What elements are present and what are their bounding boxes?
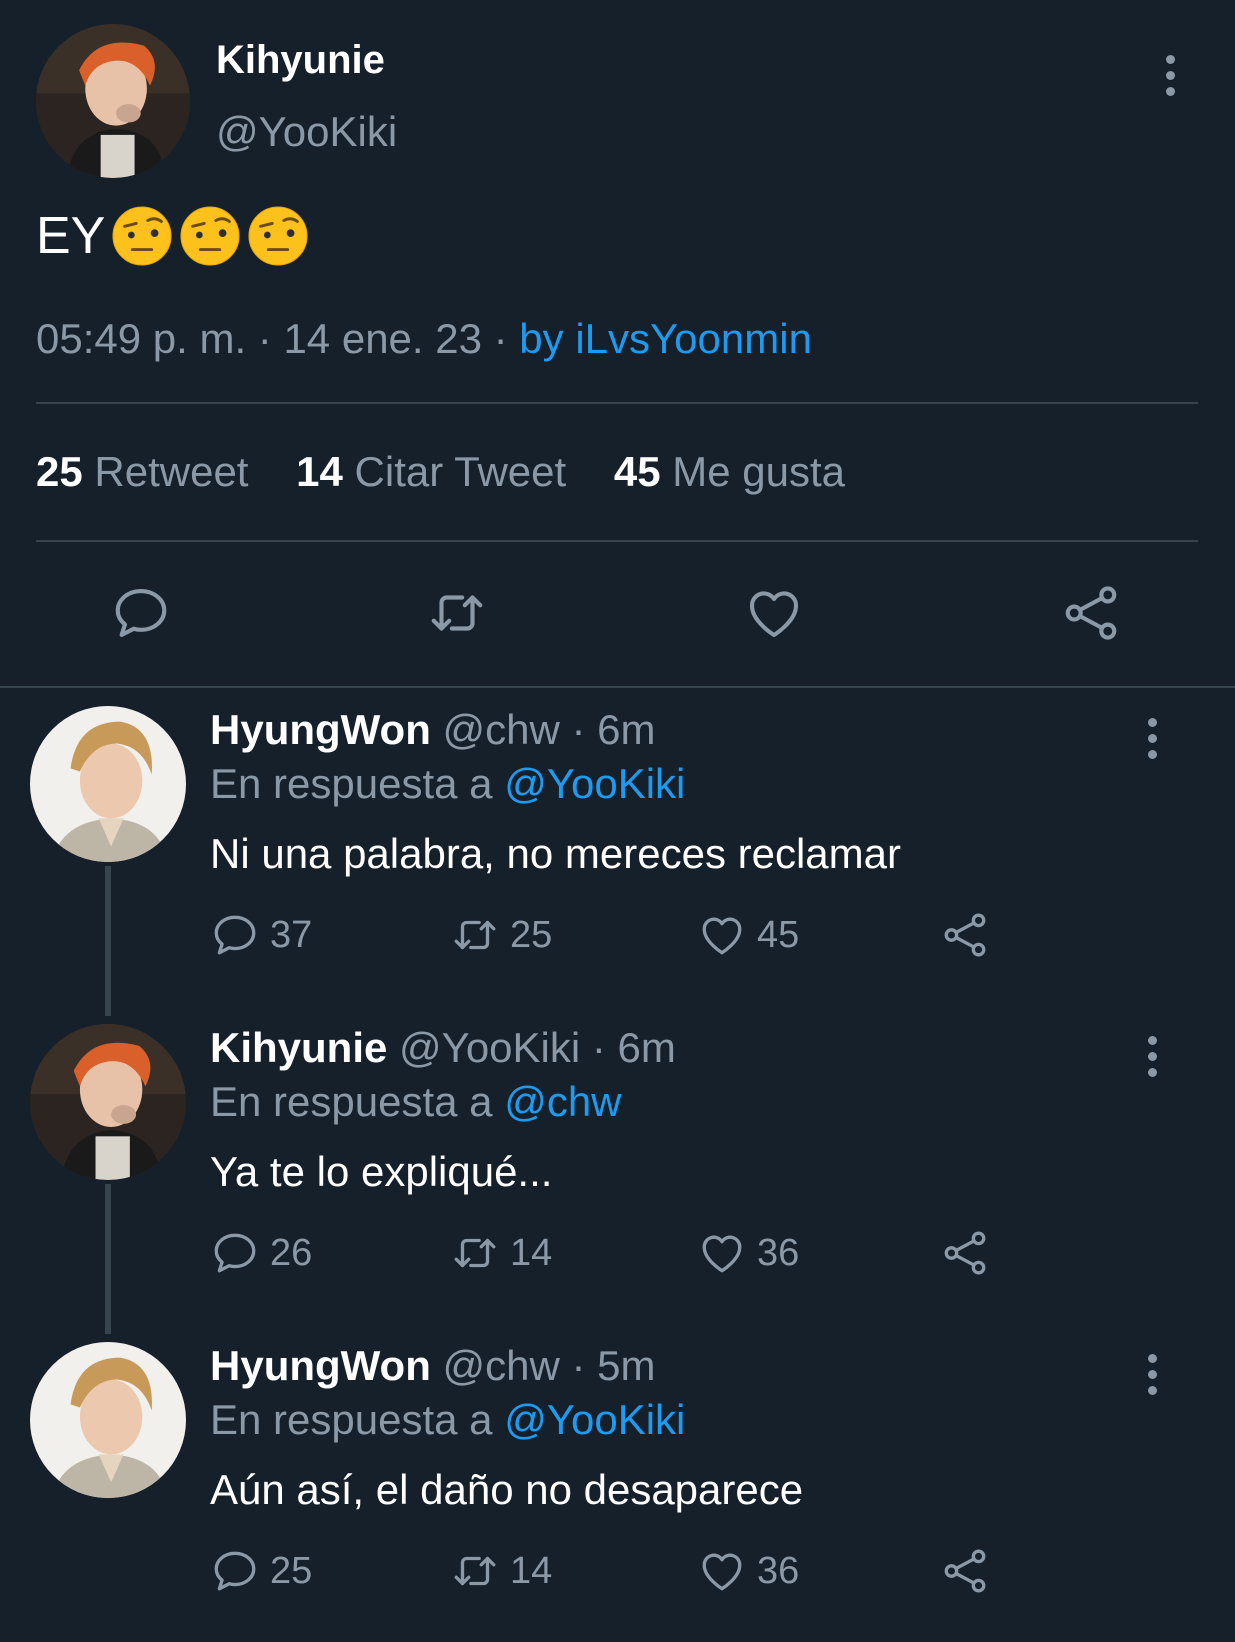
more-options-icon[interactable] [1145, 718, 1159, 764]
avatar[interactable] [30, 706, 186, 862]
retweet-button[interactable]: 25 [450, 910, 552, 960]
quote-stat[interactable]: 14 Citar Tweet [296, 448, 566, 495]
share-icon [944, 1549, 986, 1593]
retweet-icon [454, 1238, 496, 1268]
share-button[interactable] [940, 1228, 1000, 1278]
reply-prefix: En respuesta a [210, 760, 505, 807]
face-with-raised-eyebrow-icon [179, 205, 241, 267]
heart-icon [702, 1235, 742, 1273]
heart-icon [749, 591, 799, 638]
retweet-icon [454, 1556, 496, 1586]
like-stat[interactable]: 45 Me gusta [614, 448, 845, 495]
retweet-icon [431, 595, 483, 631]
reply-context: En respuesta a @YooKiki [210, 1396, 685, 1444]
avatar[interactable] [30, 1024, 186, 1180]
share-icon [944, 1231, 986, 1275]
reply-button[interactable]: 25 [210, 1546, 312, 1596]
main-tweet: Kihyunie @YooKiki EY 05:49 p. m. · 14 en… [0, 0, 1235, 690]
reply-icon [115, 588, 167, 638]
share-icon [1065, 586, 1117, 640]
heart-icon [702, 1553, 742, 1591]
reply-header: Kihyunie @YooKiki · 6m [210, 1024, 676, 1072]
retweet-count: 25 [36, 448, 83, 495]
reply-button[interactable]: 26 [210, 1228, 312, 1278]
reply-prefix: En respuesta a [210, 1396, 505, 1443]
reply-count: 25 [270, 1549, 313, 1592]
author-handle: @YooKiki · 6m [399, 1024, 676, 1071]
share-button[interactable] [940, 1546, 1000, 1596]
like-count: 36 [757, 1549, 800, 1592]
retweet-count: 14 [510, 1231, 553, 1274]
share-icon [944, 913, 986, 957]
reply-tweet[interactable]: Kihyunie @YooKiki · 6m En respuesta a @c… [0, 1006, 1235, 1324]
tweet-text: EY [36, 205, 309, 267]
retweet-icon [454, 920, 496, 950]
author-name[interactable]: HyungWon [210, 1342, 431, 1389]
more-options-icon[interactable] [1163, 55, 1177, 101]
reply-to-link[interactable]: @YooKiki [504, 760, 685, 807]
reply-header: HyungWon @chw · 5m [210, 1342, 656, 1390]
reply-button[interactable]: 37 [210, 910, 312, 960]
like-count: 45 [757, 913, 800, 956]
reply-count: 26 [270, 1231, 313, 1274]
tweet-meta: 05:49 p. m. · 14 ene. 23 · by iLvsYoonmi… [36, 315, 812, 363]
reply-icon [214, 1551, 256, 1591]
tweet-source-link[interactable]: by iLvsYoonmin [519, 315, 812, 362]
tweet-stats: 25 Retweet 14 Citar Tweet 45 Me gusta [36, 448, 881, 496]
divider [36, 540, 1198, 542]
reply-header: HyungWon @chw · 6m [210, 706, 656, 754]
tweet-text: Aún así, el daño no desaparece [210, 1466, 804, 1513]
retweet-button[interactable]: 14 [450, 1546, 552, 1596]
like-button[interactable]: 36 [697, 1546, 799, 1596]
reply-button[interactable] [110, 582, 172, 644]
reply-tweet[interactable]: HyungWon @chw · 5m En respuesta a @YooKi… [0, 1324, 1235, 1642]
reply-icon [214, 1233, 256, 1273]
face-with-raised-eyebrow-icon [247, 205, 309, 267]
author-handle: @chw · 6m [442, 706, 656, 753]
avatar[interactable] [30, 1342, 186, 1498]
reply-to-link[interactable]: @chw [504, 1078, 621, 1125]
tweet-timestamp: 05:49 p. m. · 14 ene. 23 · [36, 315, 520, 362]
tweet-text: Ni una palabra, no mereces reclamar [210, 830, 901, 877]
reply-prefix: En respuesta a [210, 1078, 505, 1125]
retweet-button[interactable]: 14 [450, 1228, 552, 1278]
face-with-raised-eyebrow-icon [111, 205, 173, 267]
reply-icon [214, 915, 256, 955]
author-handle: @chw · 5m [442, 1342, 656, 1389]
author-name[interactable]: Kihyunie [216, 38, 385, 83]
like-count: 45 [613, 448, 661, 495]
reply-context: En respuesta a @chw [210, 1078, 622, 1126]
retweet-count: 25 [510, 913, 553, 956]
reply-tweet[interactable]: HyungWon @chw · 6m En respuesta a @YooKi… [0, 688, 1235, 1006]
quote-count: 14 [296, 448, 343, 495]
author-name[interactable]: HyungWon [210, 706, 431, 753]
retweet-label: Retweet [94, 448, 249, 495]
author-name[interactable]: Kihyunie [210, 1024, 387, 1071]
reply-to-link[interactable]: @YooKiki [504, 1396, 685, 1443]
share-button[interactable] [1060, 582, 1122, 644]
tweet-text: Ya te lo expliqué... [210, 1148, 553, 1195]
reply-count: 37 [270, 913, 313, 956]
more-options-icon[interactable] [1145, 1036, 1159, 1082]
reply-context: En respuesta a @YooKiki [210, 760, 685, 808]
author-handle[interactable]: @YooKiki [216, 108, 397, 156]
tweet-text-body: EY [36, 207, 106, 265]
retweet-count: 14 [510, 1549, 553, 1592]
like-label: Me gusta [672, 448, 845, 495]
retweet-stat[interactable]: 25 Retweet [36, 448, 248, 495]
divider [36, 402, 1198, 404]
heart-icon [702, 917, 742, 955]
more-options-icon[interactable] [1145, 1354, 1159, 1400]
like-count: 36 [757, 1231, 800, 1274]
like-button[interactable]: 45 [697, 910, 799, 960]
quote-label: Citar Tweet [354, 448, 567, 495]
avatar[interactable] [36, 24, 190, 178]
like-button[interactable]: 36 [697, 1228, 799, 1278]
retweet-button[interactable] [426, 582, 488, 644]
share-button[interactable] [940, 910, 1000, 960]
like-button[interactable] [743, 582, 805, 644]
